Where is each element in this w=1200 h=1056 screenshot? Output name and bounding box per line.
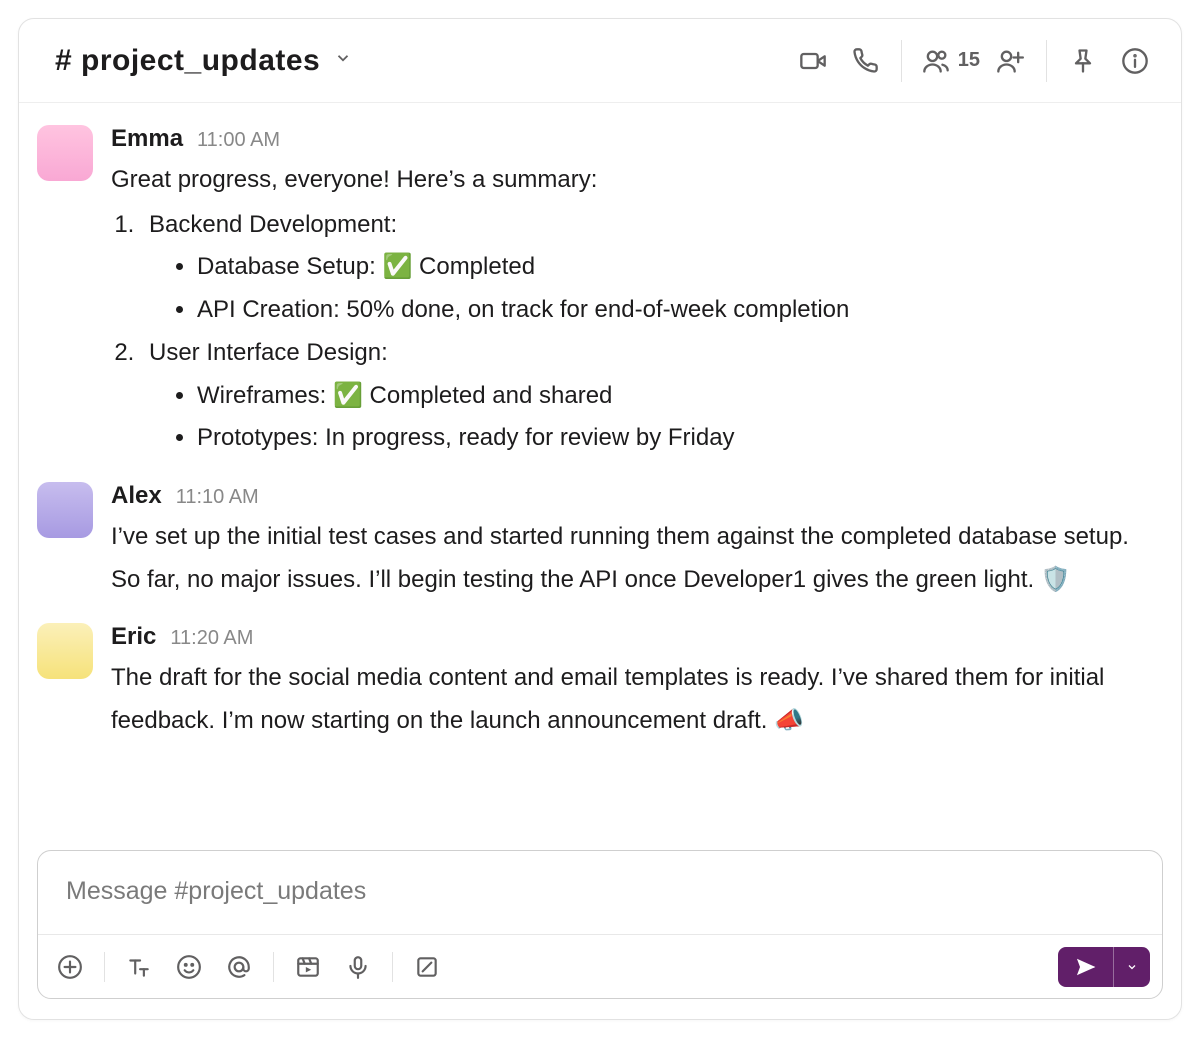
channel-picker[interactable]: # project_updates bbox=[55, 44, 352, 78]
message-header: Emma 11:00 AM bbox=[111, 125, 1153, 153]
separator bbox=[1046, 40, 1047, 82]
members-button[interactable]: 15 bbox=[922, 47, 980, 75]
microphone-icon[interactable] bbox=[342, 951, 374, 983]
member-count: 15 bbox=[958, 49, 980, 72]
pin-icon[interactable] bbox=[1067, 45, 1099, 77]
header-actions: 15 bbox=[797, 40, 1151, 82]
section-title: Backend Development: bbox=[149, 211, 397, 238]
separator bbox=[273, 952, 274, 982]
message-body: Eric 11:20 AM The draft for the social m… bbox=[111, 623, 1153, 742]
chevron-down-icon bbox=[334, 49, 352, 72]
message-time: 11:20 AM bbox=[170, 627, 253, 650]
message: Emma 11:00 AM Great progress, everyone! … bbox=[29, 111, 1171, 468]
composer bbox=[37, 850, 1163, 999]
separator bbox=[901, 40, 902, 82]
message-input[interactable] bbox=[38, 851, 1162, 934]
separator bbox=[392, 952, 393, 982]
composer-area bbox=[19, 850, 1181, 1019]
video-call-icon[interactable] bbox=[797, 45, 829, 77]
message-time: 11:00 AM bbox=[197, 129, 280, 152]
message-text: The draft for the social media content a… bbox=[111, 657, 1153, 742]
section-items: Wireframes: ✅ Completed and shared Proto… bbox=[197, 375, 1153, 460]
message-text: I’ve set up the initial test cases and s… bbox=[111, 516, 1153, 601]
avatar[interactable] bbox=[37, 482, 93, 538]
avatar[interactable] bbox=[37, 623, 93, 679]
send-button[interactable] bbox=[1058, 947, 1114, 987]
shortcuts-icon[interactable] bbox=[411, 951, 443, 983]
message-intro: Great progress, everyone! Here’s a summa… bbox=[111, 159, 1153, 202]
message-author[interactable]: Eric bbox=[111, 623, 156, 651]
section-title: User Interface Design: bbox=[149, 339, 388, 366]
message-body: Emma 11:00 AM Great progress, everyone! … bbox=[111, 125, 1153, 460]
section-item: API Creation: 50% done, on track for end… bbox=[197, 289, 1153, 332]
message-header: Eric 11:20 AM bbox=[111, 623, 1153, 651]
member-actions: 15 bbox=[922, 45, 1026, 77]
message-text: Great progress, everyone! Here’s a summa… bbox=[111, 159, 1153, 460]
channel-header: # project_updates 15 bbox=[19, 19, 1181, 103]
section-item: Wireframes: ✅ Completed and shared bbox=[197, 375, 1153, 418]
avatar[interactable] bbox=[37, 125, 93, 181]
emoji-icon[interactable] bbox=[173, 951, 205, 983]
info-icon[interactable] bbox=[1119, 45, 1151, 77]
formatting-icon[interactable] bbox=[123, 951, 155, 983]
mention-icon[interactable] bbox=[223, 951, 255, 983]
message: Eric 11:20 AM The draft for the social m… bbox=[29, 609, 1171, 750]
summary-section: Backend Development: Database Setup: ✅ C… bbox=[141, 204, 1153, 332]
composer-toolbar bbox=[38, 934, 1162, 998]
message-author[interactable]: Emma bbox=[111, 125, 183, 153]
section-item: Prototypes: In progress, ready for revie… bbox=[197, 417, 1153, 460]
message-list: Emma 11:00 AM Great progress, everyone! … bbox=[19, 103, 1181, 850]
message-header: Alex 11:10 AM bbox=[111, 482, 1153, 510]
send-button-group bbox=[1058, 947, 1150, 987]
summary-section: User Interface Design: Wireframes: ✅ Com… bbox=[141, 332, 1153, 460]
channel-name: # project_updates bbox=[55, 44, 320, 78]
message-body: Alex 11:10 AM I’ve set up the initial te… bbox=[111, 482, 1153, 601]
send-options-button[interactable] bbox=[1114, 947, 1150, 987]
message-author[interactable]: Alex bbox=[111, 482, 162, 510]
video-clip-icon[interactable] bbox=[292, 951, 324, 983]
separator bbox=[104, 952, 105, 982]
section-item: Database Setup: ✅ Completed bbox=[197, 246, 1153, 289]
phone-call-icon[interactable] bbox=[849, 45, 881, 77]
add-attachment-icon[interactable] bbox=[54, 951, 86, 983]
message: Alex 11:10 AM I’ve set up the initial te… bbox=[29, 468, 1171, 609]
add-user-icon[interactable] bbox=[994, 45, 1026, 77]
section-items: Database Setup: ✅ Completed API Creation… bbox=[197, 246, 1153, 331]
message-time: 11:10 AM bbox=[176, 486, 259, 509]
chat-window: # project_updates 15 bbox=[18, 18, 1182, 1020]
summary-list: Backend Development: Database Setup: ✅ C… bbox=[141, 204, 1153, 460]
